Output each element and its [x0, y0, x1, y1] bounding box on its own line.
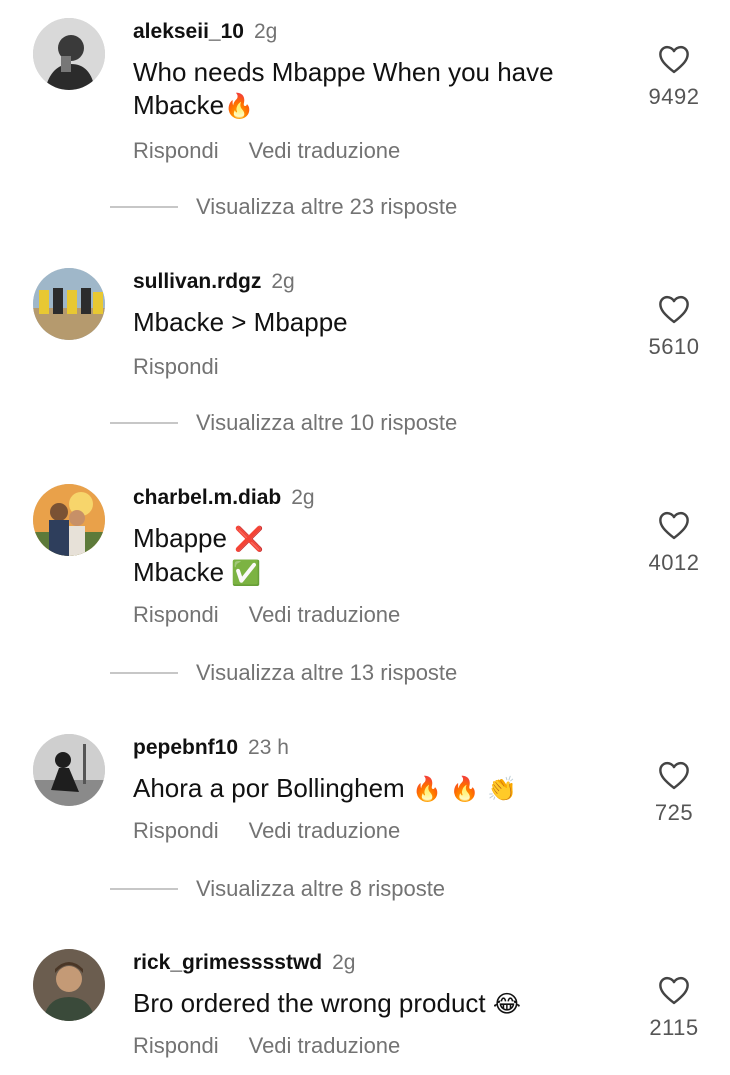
- divider-line: [110, 672, 178, 674]
- heart-outline-icon[interactable]: [657, 975, 691, 1005]
- view-more-replies-label: Visualizza altre 8 risposte: [196, 876, 446, 901]
- view-more-replies-label: Visualizza altre 23 risposte: [196, 194, 458, 219]
- comment-text: Mbappe ❌ Mbacke ✅: [133, 522, 603, 590]
- username[interactable]: alekseii_10: [133, 20, 244, 43]
- like-count: 4012: [648, 550, 700, 575]
- avatar[interactable]: [33, 268, 105, 340]
- comment-text: Who needs Mbappe When you have Mbacke🔥: [133, 56, 603, 123]
- reply-button[interactable]: Rispondi: [133, 1033, 219, 1058]
- comment-text: Ahora a por Bollinghem 🔥 🔥 👏: [133, 772, 603, 806]
- cross-mark-emoji: ❌: [234, 525, 265, 553]
- comment-text: Mbacke > Mbappe: [133, 307, 348, 337]
- view-more-replies[interactable]: Visualizza altre 8 risposte: [110, 876, 445, 902]
- comment-actions: Rispondi Vedi traduzione: [133, 138, 400, 164]
- comment-meta: rick_grimesssstwd 2g: [133, 949, 355, 977]
- timestamp: 2g: [332, 951, 356, 974]
- view-more-replies[interactable]: Visualizza altre 13 risposte: [110, 660, 457, 686]
- comment-meta: pepebnf10 23 h: [133, 734, 289, 762]
- timestamp: 2g: [253, 20, 278, 43]
- comment-text: Bro ordered the wrong product 😂: [133, 987, 603, 1021]
- username[interactable]: pepebnf10: [133, 736, 238, 759]
- reply-button[interactable]: Rispondi: [133, 354, 219, 379]
- reply-button[interactable]: Rispondi: [133, 818, 219, 843]
- translate-button[interactable]: Vedi traduzione: [249, 818, 401, 843]
- reply-button[interactable]: Rispondi: [133, 602, 219, 627]
- comment-text-line: Mbacke: [133, 90, 225, 120]
- like-control: 2115: [640, 975, 708, 1041]
- timestamp: 23 h: [248, 736, 289, 759]
- like-count: 9492: [648, 84, 700, 109]
- comment-text-line: Mbappe: [133, 523, 227, 553]
- fire-emoji: 🔥: [224, 92, 254, 120]
- username[interactable]: rick_grimesssstwd: [133, 951, 322, 974]
- view-more-replies-label: Visualizza altre 10 risposte: [196, 410, 458, 435]
- view-more-replies-label: Visualizza altre 13 risposte: [196, 660, 458, 685]
- comment-meta: charbel.m.diab 2g: [133, 484, 315, 512]
- like-control: 4012: [640, 510, 708, 576]
- avatar[interactable]: [33, 18, 105, 90]
- heart-outline-icon[interactable]: [657, 44, 691, 74]
- avatar[interactable]: [33, 734, 105, 806]
- divider-line: [110, 888, 178, 890]
- reply-button[interactable]: Rispondi: [133, 138, 219, 163]
- divider-line: [110, 206, 178, 208]
- heart-outline-icon[interactable]: [657, 760, 691, 790]
- like-count: 725: [654, 800, 694, 825]
- comment-meta: sullivan.rdgz 2g: [133, 268, 295, 296]
- comment-text-line: Ahora a por Bollinghem: [133, 773, 405, 803]
- timestamp: 2g: [271, 270, 295, 293]
- heart-outline-icon[interactable]: [657, 294, 691, 324]
- like-count: 5610: [648, 334, 700, 359]
- like-count: 2115: [649, 1015, 699, 1040]
- comment-actions: Rispondi: [133, 354, 219, 380]
- comment-text-line: Who needs Mbappe When you have: [133, 57, 554, 87]
- like-control: 9492: [640, 44, 708, 110]
- comment-text-line: Mbacke: [133, 557, 225, 587]
- translate-button[interactable]: Vedi traduzione: [249, 138, 401, 163]
- check-mark-emoji: ✅: [231, 559, 262, 587]
- like-control: 725: [640, 760, 708, 826]
- translate-button[interactable]: Vedi traduzione: [249, 602, 401, 627]
- tears-of-joy-emoji: 😂: [492, 990, 521, 1018]
- comment-actions: Rispondi Vedi traduzione: [133, 1033, 400, 1059]
- timestamp: 2g: [291, 486, 315, 509]
- like-control: 5610: [640, 294, 708, 360]
- view-more-replies[interactable]: Visualizza altre 23 risposte: [110, 194, 457, 220]
- comment-actions: Rispondi Vedi traduzione: [133, 818, 400, 844]
- translate-button[interactable]: Vedi traduzione: [249, 1033, 401, 1058]
- view-more-replies[interactable]: Visualizza altre 10 risposte: [110, 410, 457, 436]
- avatar[interactable]: [33, 484, 105, 556]
- avatar[interactable]: [33, 949, 105, 1021]
- comment-actions: Rispondi Vedi traduzione: [133, 602, 400, 628]
- comment-text-line: Bro ordered the wrong product: [133, 988, 486, 1018]
- divider-line: [110, 422, 178, 424]
- username[interactable]: sullivan.rdgz: [133, 270, 261, 293]
- heart-outline-icon[interactable]: [657, 510, 691, 540]
- username[interactable]: charbel.m.diab: [133, 486, 281, 509]
- comment-meta: alekseii_10 2g: [133, 18, 277, 46]
- fire-clap-emojis: 🔥 🔥 👏: [411, 775, 517, 803]
